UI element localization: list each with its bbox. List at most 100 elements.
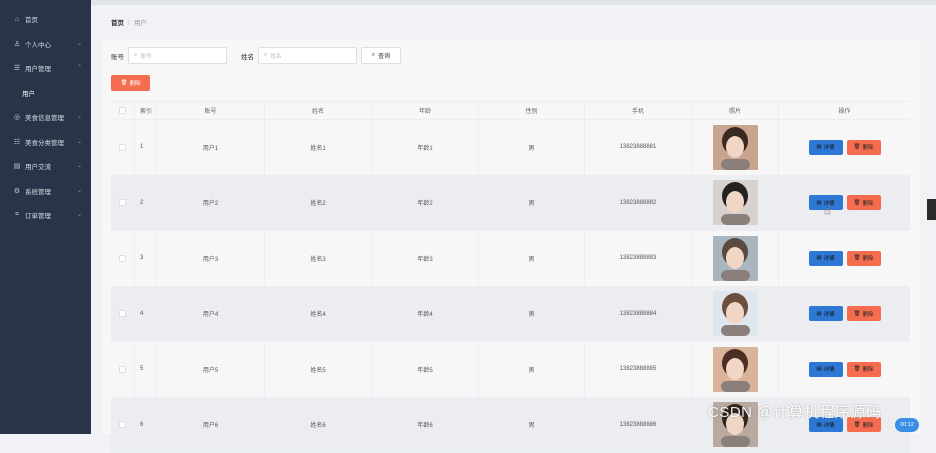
food-icon: ◎ bbox=[13, 113, 21, 121]
cell-age: 年龄4 bbox=[372, 287, 479, 342]
cell-name: 姓名6 bbox=[265, 398, 372, 453]
sidebar-item-orders[interactable]: ⌗ 订单管理 ⌄ bbox=[0, 203, 91, 228]
cell-phone: 13823888881 bbox=[585, 120, 692, 175]
chevron-up-icon: ⌃ bbox=[77, 64, 82, 71]
row-select-cell bbox=[111, 231, 135, 286]
row-select-cell bbox=[111, 120, 135, 175]
row-checkbox[interactable] bbox=[119, 366, 126, 373]
delete-button[interactable]: 🗑删除 bbox=[847, 362, 881, 377]
sidebar-item-label: 用户交流 bbox=[25, 161, 51, 171]
user-photo bbox=[713, 291, 758, 336]
sidebar-item-label: 个人中心 bbox=[25, 39, 51, 49]
cell-account: 用户1 bbox=[157, 120, 265, 175]
sidebar-item-profile[interactable]: ♙ 个人中心 ⌄ bbox=[0, 32, 91, 57]
cell-name: 姓名2 bbox=[265, 176, 372, 231]
user-photo bbox=[713, 180, 758, 225]
trash-icon: 🗑 bbox=[854, 144, 861, 150]
cell-index: 3 bbox=[135, 231, 157, 286]
delete-button[interactable]: 🗑删除 bbox=[847, 195, 881, 210]
sidebar-item-label: 用户 bbox=[22, 88, 35, 98]
detail-button[interactable]: ▤详情 bbox=[809, 140, 843, 155]
breadcrumb-current: 用户 bbox=[134, 20, 147, 27]
user-photo bbox=[713, 125, 758, 170]
delete-button[interactable]: 🗑删除 bbox=[847, 306, 881, 321]
sidebar-item-user-chat[interactable]: ▤ 用户交流 ⌄ bbox=[0, 154, 91, 179]
sidebar-item-user-management[interactable]: ☰ 用户管理 ⌃ bbox=[0, 56, 91, 81]
batch-delete-label: 删除 bbox=[129, 79, 140, 87]
sidebar-item-home[interactable]: ⌂ 首页 bbox=[0, 7, 91, 32]
order-icon: ⌗ bbox=[13, 211, 21, 219]
delete-button[interactable]: 🗑删除 bbox=[847, 140, 881, 155]
cell-photo bbox=[692, 120, 779, 175]
cell-gender: 男 bbox=[479, 342, 585, 397]
table-header: 索引 账号 姓名 年龄 性别 手机 照片 操作 bbox=[111, 101, 910, 120]
chevron-down-icon: ⌄ bbox=[77, 113, 82, 120]
table-row: 4用户4姓名4年龄4男13823888884▤详情🗑删除 bbox=[111, 287, 910, 343]
account-search-input[interactable]: ⌕ 账号 bbox=[128, 47, 227, 64]
cell-photo bbox=[692, 342, 779, 397]
detail-button[interactable]: ▤详情 bbox=[809, 306, 843, 321]
delete-button-label: 删除 bbox=[862, 199, 873, 207]
cell-account: 用户6 bbox=[157, 398, 265, 453]
cell-gender: 男 bbox=[479, 176, 585, 231]
row-checkbox[interactable] bbox=[119, 310, 126, 317]
top-bar bbox=[91, 0, 936, 5]
cell-account: 用户4 bbox=[157, 287, 265, 342]
header-photo: 照片 bbox=[692, 102, 779, 119]
sidebar-item-users[interactable]: 用户 bbox=[0, 81, 91, 106]
cell-ops: ▤详情🗑删除 bbox=[779, 176, 910, 231]
search-icon: ⌕ bbox=[264, 52, 267, 59]
sidebar-item-label: 订单管理 bbox=[25, 210, 51, 220]
breadcrumb-home[interactable]: 首页 bbox=[111, 20, 124, 27]
detail-button-label: 详情 bbox=[824, 254, 835, 262]
query-button[interactable]: ⌕ 查询 bbox=[361, 47, 401, 64]
sidebar-item-food-info[interactable]: ◎ 美食信息管理 ⌄ bbox=[0, 105, 91, 130]
search-icon: ⌕ bbox=[372, 52, 375, 59]
header-name: 姓名 bbox=[265, 102, 372, 119]
row-checkbox[interactable] bbox=[119, 421, 126, 428]
row-checkbox[interactable] bbox=[119, 144, 126, 151]
breadcrumb: 首页/用户 bbox=[111, 17, 147, 27]
sidebar: ⌂ 首页 ♙ 个人中心 ⌄ ☰ 用户管理 ⌃ 用户 ◎ 美食信息管理 ⌄ ☷ 美… bbox=[0, 0, 91, 434]
cell-phone: 13823888883 bbox=[585, 231, 692, 286]
account-placeholder: 账号 bbox=[140, 52, 151, 60]
name-label: 姓名 bbox=[241, 51, 254, 61]
sidebar-item-system[interactable]: ⚙ 系统管理 ⌄ bbox=[0, 179, 91, 204]
user-photo bbox=[713, 347, 758, 392]
search-icon: ⌕ bbox=[134, 52, 137, 59]
cell-account: 用户3 bbox=[157, 231, 265, 286]
row-select-cell bbox=[111, 176, 135, 231]
name-search-input[interactable]: ⌕ 姓名 bbox=[258, 47, 357, 64]
header-index: 索引 bbox=[135, 102, 157, 119]
row-select-cell bbox=[111, 342, 135, 397]
chevron-down-icon: ⌄ bbox=[77, 211, 82, 218]
cell-gender: 男 bbox=[479, 120, 585, 175]
sidebar-item-label: 美食分类管理 bbox=[25, 137, 64, 147]
detail-icon: ▤ bbox=[816, 200, 821, 206]
scrollbar-handle[interactable] bbox=[927, 199, 936, 220]
header-account: 账号 bbox=[157, 102, 265, 119]
search-form: 账号 ⌕ 账号 姓名 ⌕ 姓名 ⌕ 查询 bbox=[111, 47, 401, 64]
chevron-down-icon: ⌄ bbox=[77, 187, 82, 194]
delete-button-label: 删除 bbox=[862, 365, 873, 373]
row-checkbox[interactable] bbox=[119, 199, 126, 206]
sidebar-item-label: 美食信息管理 bbox=[25, 112, 64, 122]
sidebar-item-label: 系统管理 bbox=[25, 186, 51, 196]
detail-button[interactable]: ▤详情 bbox=[809, 362, 843, 377]
table-row: 2用户2姓名2年龄2男13823888882▤详情🗑删除 bbox=[111, 176, 910, 232]
select-all-checkbox[interactable] bbox=[119, 107, 126, 114]
cell-gender: 男 bbox=[479, 231, 585, 286]
delete-button-label: 删除 bbox=[862, 143, 873, 151]
cell-index: 5 bbox=[135, 342, 157, 397]
sidebar-item-label: 用户管理 bbox=[25, 63, 51, 73]
sidebar-item-food-category[interactable]: ☷ 美食分类管理 ⌄ bbox=[0, 130, 91, 155]
trash-icon: 🗑 bbox=[121, 80, 128, 86]
batch-delete-button[interactable]: 🗑 删除 bbox=[111, 75, 150, 91]
delete-button[interactable]: 🗑删除 bbox=[847, 251, 881, 266]
delete-button-label: 删除 bbox=[862, 310, 873, 318]
detail-button[interactable]: ▤详情 bbox=[809, 251, 843, 266]
row-checkbox[interactable] bbox=[119, 255, 126, 262]
cell-account: 用户5 bbox=[157, 342, 265, 397]
pointer-cursor-icon: ☝ bbox=[824, 204, 831, 217]
main-content: 首页/用户 账号 ⌕ 账号 姓名 ⌕ 姓名 ⌕ 查询 🗑 删除 bbox=[91, 0, 936, 434]
